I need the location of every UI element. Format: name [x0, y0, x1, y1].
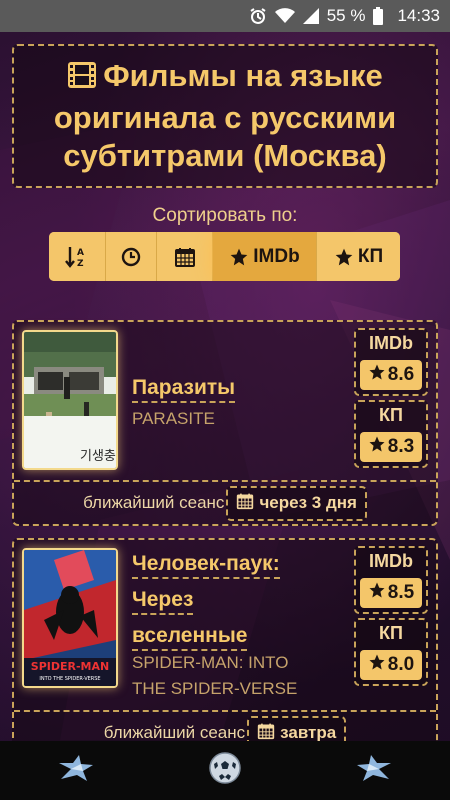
- nearest-session: ближайший сеанс через 3 дня: [14, 480, 436, 524]
- svg-text:SPIDER-MAN: SPIDER-MAN: [31, 660, 109, 673]
- battery-percent: 55 %: [326, 6, 366, 25]
- star-icon: [229, 247, 249, 267]
- movie-poster: 기생충: [22, 330, 118, 470]
- movie-original-title: SPIDER-MAN: INTO THE SPIDER-VERSE: [132, 653, 298, 698]
- sort-alphabet-button[interactable]: AZ: [49, 232, 106, 281]
- rating-value: 8.5: [387, 582, 415, 603]
- imdb-rating: IMDb 8.5: [354, 546, 428, 614]
- alarm-icon: [249, 7, 267, 25]
- imdb-rating: IMDb 8.6: [354, 328, 428, 396]
- sort-time-button[interactable]: [106, 232, 157, 281]
- status-bar: 55 % 14:33: [0, 0, 450, 32]
- clock-icon: [121, 247, 141, 267]
- sort-label: Сортировать по:: [152, 205, 298, 226]
- football-icon: [209, 752, 241, 789]
- rating-value-badge: 8.6: [360, 360, 422, 390]
- nav-star-right[interactable]: [345, 746, 405, 796]
- rating-value-badge: 8.0: [360, 650, 422, 680]
- page-title: Фильмы на языке оригинала с русскими суб…: [28, 57, 422, 175]
- rating-value-badge: 8.5: [360, 578, 422, 608]
- star-icon: [334, 247, 354, 267]
- wifi-icon: [274, 8, 295, 24]
- svg-text:기생충: 기생충: [80, 449, 116, 464]
- ratings: IMDb 8.6 КП 8.3: [354, 328, 428, 472]
- film-icon: [67, 60, 97, 99]
- rating-value: 8.0: [387, 654, 415, 675]
- clock-time: 14:33: [397, 6, 440, 25]
- page-title-text: Фильмы на языке оригинала с русскими суб…: [53, 58, 397, 173]
- calendar-icon: [236, 492, 254, 515]
- session-label: ближайший сеанс: [83, 493, 225, 512]
- svg-text:INTO THE SPIDER-VERSE: INTO THE SPIDER-VERSE: [39, 676, 100, 682]
- sort-imdb-button[interactable]: IMDb: [213, 232, 317, 281]
- sort-alpha-icon: AZ: [64, 244, 90, 270]
- sort-kp-button[interactable]: КП: [317, 232, 400, 281]
- calendar-icon: [174, 246, 196, 268]
- rating-value: 8.6: [387, 364, 415, 385]
- rating-source: КП: [379, 405, 403, 425]
- movie-title[interactable]: Паразиты: [132, 370, 302, 406]
- movie-title[interactable]: Человек-паук: Через вселенные: [132, 546, 302, 654]
- signal-icon: [302, 8, 319, 24]
- session-when: через 3 дня: [259, 493, 357, 512]
- kp-rating: КП 8.0: [354, 618, 428, 686]
- title-panel: Фильмы на языке оригинала с русскими суб…: [12, 44, 438, 188]
- sort-bar: AZ IMDb КП: [49, 232, 400, 281]
- nav-ball[interactable]: [195, 746, 255, 796]
- star-icon: [368, 653, 388, 677]
- session-when-button[interactable]: через 3 дня: [226, 485, 367, 521]
- rating-source: IMDb: [369, 551, 413, 571]
- movie-original-title: PARASITE: [132, 409, 215, 428]
- sort-kp-label: КП: [357, 245, 384, 267]
- svg-text:A: A: [77, 248, 84, 258]
- sort-date-button[interactable]: [157, 232, 213, 281]
- rating-source: IMDb: [369, 333, 413, 353]
- rating-source: КП: [379, 623, 403, 643]
- star-icon: [368, 435, 388, 459]
- star-logo-icon: [57, 755, 93, 786]
- nav-star-left[interactable]: [45, 746, 105, 796]
- movie-card[interactable]: 기생충 Паразиты PARASITE IMDb 8.6 КП 8.3 бл…: [12, 320, 438, 526]
- movie-card[interactable]: SPIDER-MAN INTO THE SPIDER-VERSE Человек…: [12, 538, 438, 768]
- star-icon: [368, 363, 388, 387]
- session-label: ближайший сеанс: [103, 723, 246, 742]
- rating-value-badge: 8.3: [360, 432, 422, 462]
- bottom-navigation: [0, 741, 450, 800]
- svg-text:Z: Z: [77, 259, 84, 269]
- rating-value: 8.3: [387, 436, 415, 457]
- kp-rating: КП 8.3: [354, 400, 428, 468]
- battery-icon: [373, 7, 384, 25]
- star-logo-icon: [357, 755, 393, 786]
- ratings: IMDb 8.5 КП 8.0: [354, 546, 428, 690]
- sort-imdb-label: IMDb: [253, 245, 300, 267]
- star-icon: [368, 581, 388, 605]
- session-when: завтра: [280, 723, 337, 742]
- movie-poster: SPIDER-MAN INTO THE SPIDER-VERSE: [22, 548, 118, 688]
